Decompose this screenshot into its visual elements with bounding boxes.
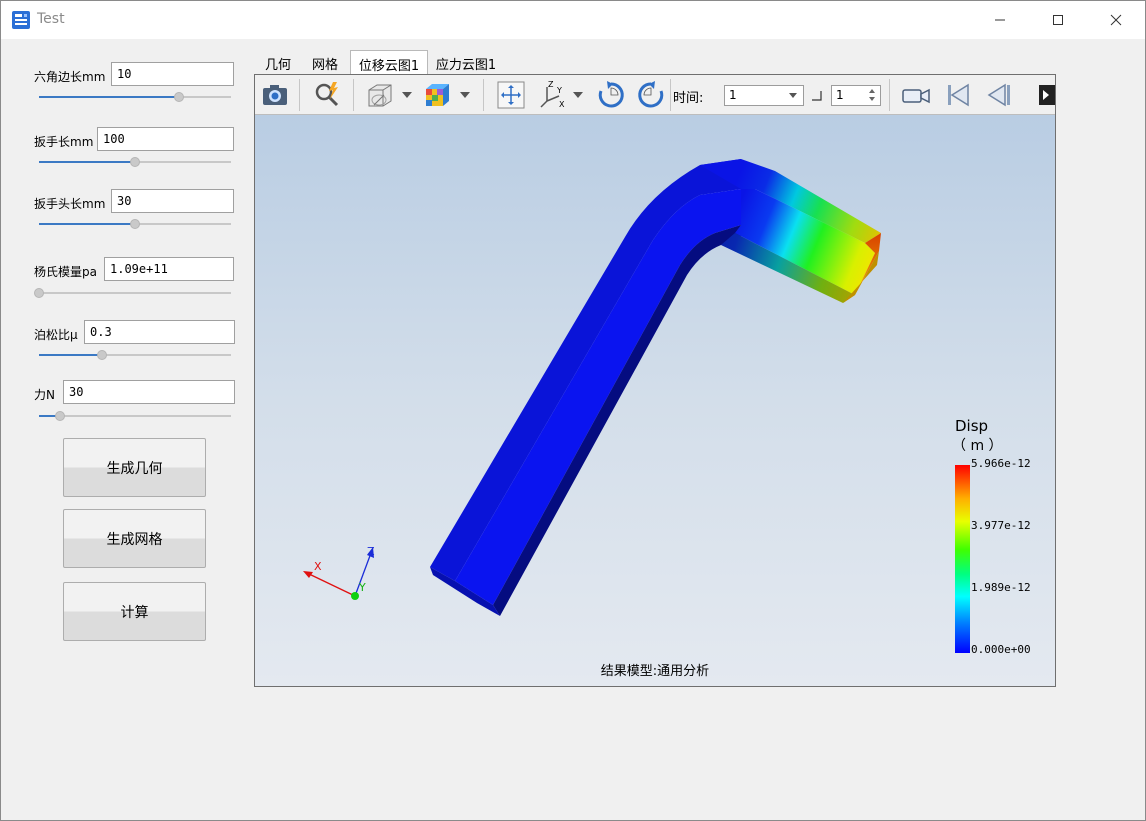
head-length-input[interactable]: 30 bbox=[111, 189, 234, 213]
chevron-down-icon bbox=[789, 93, 797, 98]
step-spinbox-value: 1 bbox=[836, 88, 844, 102]
window-title: Test bbox=[37, 11, 65, 27]
spin-down-icon[interactable] bbox=[869, 97, 875, 101]
z-axis-label: Z bbox=[367, 545, 375, 558]
youngs-modulus-input[interactable]: 1.09e+11 bbox=[104, 257, 234, 281]
force-input[interactable]: 30 bbox=[63, 380, 235, 404]
force-slider[interactable] bbox=[39, 410, 231, 422]
previous-frame-icon[interactable] bbox=[983, 79, 1015, 111]
hex-side-label: 六角边长mm bbox=[34, 70, 106, 84]
step-icon bbox=[812, 91, 822, 101]
svg-text:Z: Z bbox=[548, 80, 554, 89]
maximize-icon bbox=[1053, 15, 1063, 25]
wrench-length-slider[interactable] bbox=[39, 156, 231, 168]
generate-mesh-button[interactable]: 生成网格 bbox=[63, 509, 206, 568]
time-select[interactable]: 1 bbox=[724, 85, 804, 106]
video-camera-icon[interactable] bbox=[900, 79, 932, 111]
slider-handle[interactable] bbox=[130, 157, 140, 167]
hex-side-input[interactable]: 10 bbox=[111, 62, 234, 86]
y-axis-point bbox=[351, 592, 359, 600]
svg-text:Y: Y bbox=[556, 86, 562, 95]
y-axis-label: Y bbox=[358, 581, 366, 594]
first-frame-icon[interactable] bbox=[942, 79, 974, 111]
slider-handle[interactable] bbox=[34, 288, 44, 298]
slider-handle[interactable] bbox=[174, 92, 185, 102]
app-icon bbox=[12, 11, 30, 29]
poisson-ratio-label: 泊松比μ bbox=[34, 328, 78, 342]
time-label: 时间: bbox=[673, 91, 704, 106]
youngs-modulus-slider[interactable] bbox=[34, 287, 231, 299]
generate-geometry-button[interactable]: 生成几何 bbox=[63, 438, 206, 497]
axes-view-icon[interactable]: ZYX bbox=[537, 79, 569, 111]
pan-icon[interactable] bbox=[495, 79, 527, 111]
hex-side-slider[interactable] bbox=[39, 91, 231, 103]
wrench-length-input[interactable]: 100 bbox=[97, 127, 234, 151]
zoom-fit-icon[interactable] bbox=[311, 79, 343, 111]
head-length-slider[interactable] bbox=[39, 218, 231, 230]
legend-title: Disp bbox=[955, 417, 989, 435]
next-frame-icon[interactable] bbox=[1037, 79, 1055, 111]
legend-unit: （ m ） bbox=[952, 438, 1003, 454]
rotate-ccw-icon[interactable] bbox=[635, 79, 667, 111]
wrench-model: X Z Y bbox=[303, 159, 881, 616]
tab-geometry[interactable]: 几何 bbox=[257, 50, 299, 75]
minimize-icon bbox=[995, 19, 1005, 21]
head-length-label: 扳手头长mm bbox=[34, 197, 106, 211]
poisson-ratio-slider[interactable] bbox=[39, 349, 231, 361]
tab-mesh[interactable]: 网格 bbox=[303, 50, 347, 75]
x-axis-label: X bbox=[314, 560, 322, 573]
poisson-ratio-input[interactable]: 0.3 bbox=[84, 320, 235, 344]
rotate-cw-icon[interactable] bbox=[595, 79, 627, 111]
x-axis-line bbox=[306, 572, 356, 597]
legend-tick-max: 5.966e-12 bbox=[971, 457, 1031, 470]
legend-tick-1: 1.989e-12 bbox=[971, 581, 1031, 594]
youngs-modulus-label: 杨氏模量pa bbox=[34, 265, 97, 279]
3d-scene[interactable]: X Z Y Disp （ m ） 5.966e-12 3.977e-12 1.9… bbox=[255, 115, 1055, 686]
legend-tick-min: 0.000e+00 bbox=[971, 643, 1031, 656]
model-label: 结果模型:通用分析 bbox=[600, 664, 710, 679]
display-mode-icon[interactable] bbox=[363, 79, 395, 111]
maximize-button[interactable] bbox=[1029, 1, 1087, 39]
axis-triad: X Z Y bbox=[303, 545, 375, 600]
minimize-button[interactable] bbox=[971, 1, 1029, 39]
time-select-value: 1 bbox=[729, 88, 737, 102]
compute-button[interactable]: 计算 bbox=[63, 582, 206, 641]
legend-color-bar bbox=[955, 465, 970, 653]
title-bar: Test bbox=[1, 1, 1145, 39]
color-cube-icon[interactable] bbox=[421, 79, 453, 111]
app-window: Test 六角边长mm 10 扳手长mm 100 扳手头长mm 30 杨氏模量p bbox=[0, 0, 1146, 821]
viewer-toolbar: ZYX 时间: 1 1 bbox=[255, 75, 1055, 115]
tab-stress[interactable]: 应力云图1 bbox=[431, 50, 501, 75]
slider-handle[interactable] bbox=[55, 411, 66, 421]
spin-up-icon[interactable] bbox=[869, 89, 875, 93]
tab-displacement[interactable]: 位移云图1 bbox=[350, 50, 428, 75]
force-label: 力N bbox=[34, 388, 55, 402]
close-icon bbox=[1110, 14, 1122, 26]
close-button[interactable] bbox=[1087, 1, 1145, 39]
slider-handle[interactable] bbox=[130, 219, 140, 229]
legend-tick-2: 3.977e-12 bbox=[971, 519, 1031, 532]
camera-icon[interactable] bbox=[259, 79, 291, 111]
wrench-length-label: 扳手长mm bbox=[34, 135, 94, 149]
svg-text:X: X bbox=[559, 100, 565, 109]
step-spinbox[interactable]: 1 bbox=[831, 85, 881, 106]
result-viewer: ZYX 时间: 1 1 X Z Y Disp （ m ） 5.966e-12 3… bbox=[254, 74, 1056, 687]
slider-handle[interactable] bbox=[97, 350, 108, 360]
